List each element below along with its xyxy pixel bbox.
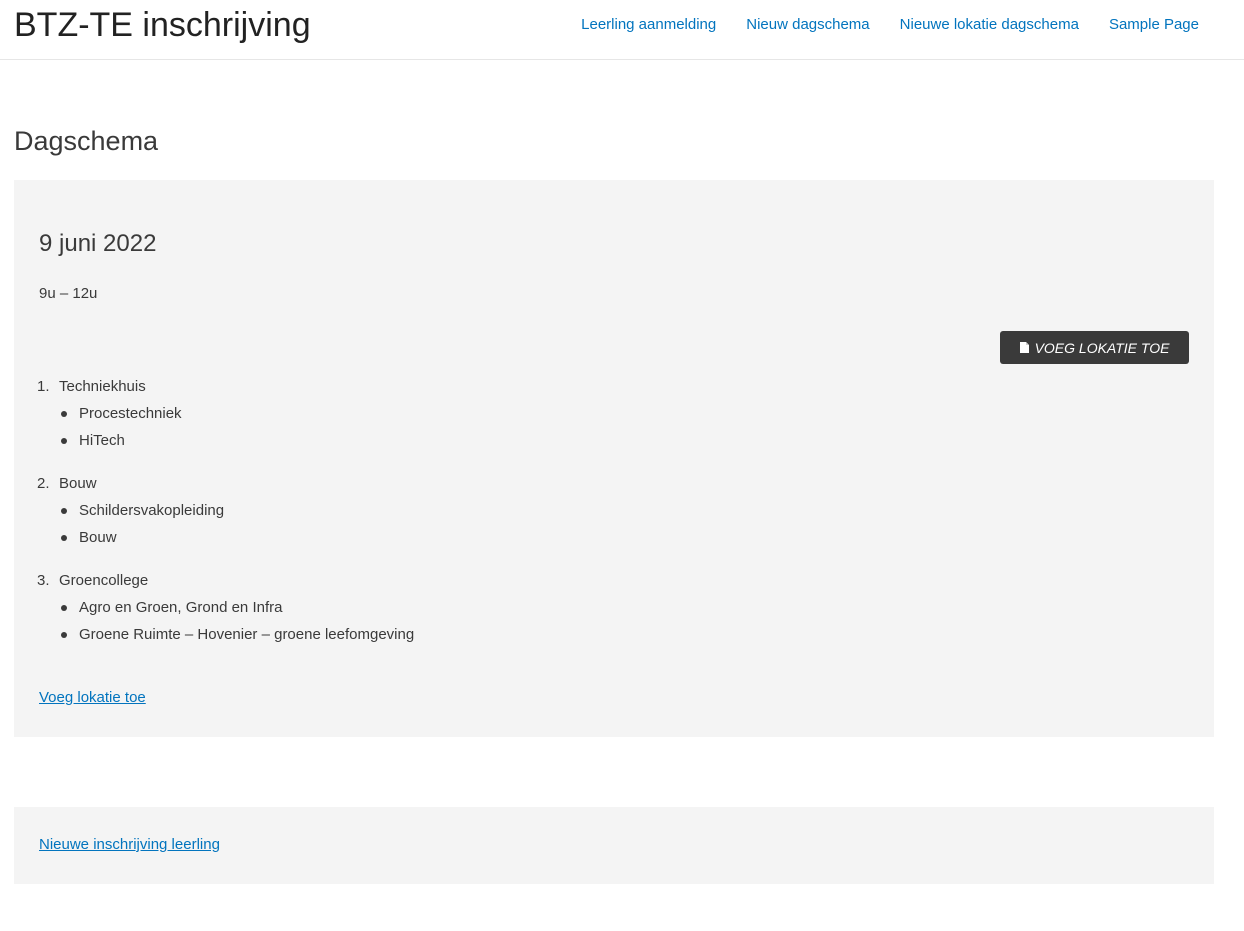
schedule-date: 9 juni 2022: [39, 230, 157, 257]
add-location-button-label: Voeg lokatie toe: [1034, 339, 1170, 356]
bullet-icon: [61, 535, 67, 541]
location-number: 2.: [37, 475, 50, 492]
program-list: Agro en Groen, Grond en Infra Groene Rui…: [59, 598, 614, 645]
document-icon: [1019, 341, 1029, 353]
location-list: 1. Techniekhuis Procestechniek HiTech 2.…: [14, 377, 614, 668]
location-item: 2. Bouw Schildersvakopleiding Bouw: [14, 474, 614, 548]
add-location-link[interactable]: Voeg lokatie toe: [39, 688, 146, 708]
program-list: Schildersvakopleiding Bouw: [59, 501, 614, 548]
location-item: 1. Techniekhuis Procestechniek HiTech: [14, 377, 614, 451]
new-registration-card: Nieuwe inschrijving leerling: [14, 807, 1214, 884]
location-name: Techniekhuis: [59, 378, 146, 395]
program-item: Bouw: [59, 528, 614, 548]
new-registration-link[interactable]: Nieuwe inschrijving leerling: [39, 835, 220, 855]
day-schedule-card: 9 juni 2022 9u – 12u Voeg lokatie toe 1.…: [14, 180, 1214, 737]
schedule-time: 9u – 12u: [39, 285, 98, 302]
program-item: Procestechniek: [59, 404, 614, 424]
add-location-button[interactable]: Voeg lokatie toe: [1000, 331, 1189, 364]
nav-item-sample-page[interactable]: Sample Page: [1109, 15, 1199, 35]
location-item: 3. Groencollege Agro en Groen, Grond en …: [14, 571, 614, 645]
location-name: Bouw: [59, 475, 97, 492]
program-item: Agro en Groen, Grond en Infra: [59, 598, 614, 618]
bullet-icon: [61, 438, 67, 444]
bullet-icon: [61, 508, 67, 514]
site-title[interactable]: BTZ-TE inschrijving: [14, 4, 311, 46]
location-name: Groencollege: [59, 572, 149, 589]
program-item: Schildersvakopleiding: [59, 501, 614, 521]
bullet-icon: [61, 605, 67, 611]
program-item: HiTech: [59, 431, 614, 451]
program-list: Procestechniek HiTech: [59, 404, 614, 451]
location-number: 1.: [37, 378, 50, 395]
page-title: Dagschema: [14, 126, 159, 156]
bullet-icon: [61, 632, 67, 638]
main-navigation: Leerling aanmelding Nieuw dagschema Nieu…: [581, 15, 1199, 35]
site-header: BTZ-TE inschrijving Leerling aanmelding …: [0, 0, 1244, 60]
bullet-icon: [61, 411, 67, 417]
location-number: 3.: [37, 572, 50, 589]
nav-item-nieuwe-lokatie-dagschema[interactable]: Nieuwe lokatie dagschema: [900, 15, 1079, 35]
program-item: Groene Ruimte – Hovenier – groene leefom…: [59, 625, 614, 645]
nav-item-leerling-aanmelding[interactable]: Leerling aanmelding: [581, 15, 716, 35]
nav-item-nieuw-dagschema[interactable]: Nieuw dagschema: [746, 15, 869, 35]
